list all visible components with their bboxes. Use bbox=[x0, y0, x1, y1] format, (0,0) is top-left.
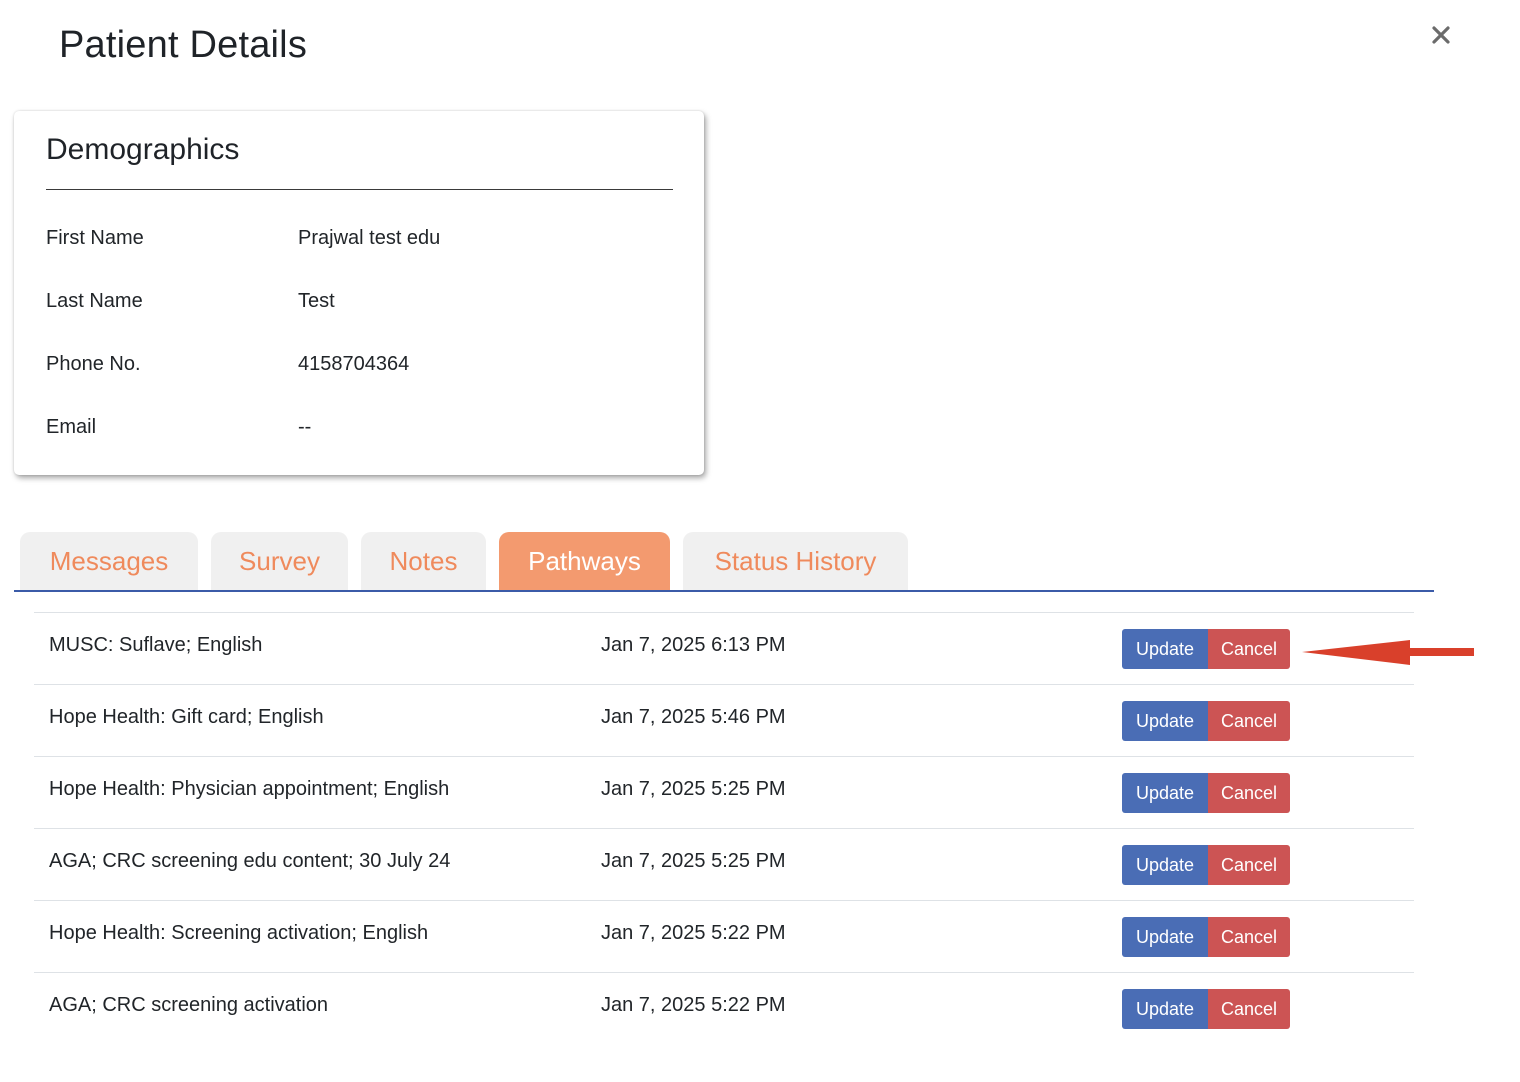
phone-label: Phone No. bbox=[46, 353, 141, 375]
cancel-button[interactable]: Cancel bbox=[1208, 773, 1290, 813]
table-row: Hope Health: Gift card; English Jan 7, 2… bbox=[34, 684, 1414, 756]
table-row: MUSC: Suflave; English Jan 7, 2025 6:13 … bbox=[34, 612, 1414, 684]
cancel-button[interactable]: Cancel bbox=[1208, 845, 1290, 885]
table-row: Hope Health: Physician appointment; Engl… bbox=[34, 756, 1414, 828]
last-name-value: Test bbox=[298, 290, 335, 312]
cancel-button[interactable]: Cancel bbox=[1208, 917, 1290, 957]
last-name-label: Last Name bbox=[46, 290, 143, 312]
demographics-title: Demographics bbox=[46, 133, 240, 166]
tab-pathways[interactable]: Pathways bbox=[499, 532, 670, 590]
cancel-button[interactable]: Cancel bbox=[1208, 989, 1290, 1029]
pathway-date: Jan 7, 2025 5:46 PM bbox=[601, 706, 786, 728]
table-row: Hope Health: Screening activation; Engli… bbox=[34, 900, 1414, 972]
table-row: AGA; CRC screening edu content; 30 July … bbox=[34, 828, 1414, 900]
pathway-date: Jan 7, 2025 5:22 PM bbox=[601, 922, 786, 944]
tab-messages[interactable]: Messages bbox=[20, 532, 198, 590]
first-name-value: Prajwal test edu bbox=[298, 227, 441, 249]
cancel-button[interactable]: Cancel bbox=[1208, 629, 1290, 669]
demographics-divider bbox=[46, 189, 673, 190]
update-button[interactable]: Update bbox=[1122, 845, 1208, 885]
tab-survey[interactable]: Survey bbox=[211, 532, 348, 590]
pathway-name: AGA; CRC screening edu content; 30 July … bbox=[49, 850, 451, 872]
pathway-name: Hope Health: Gift card; English bbox=[49, 706, 324, 728]
first-name-label: First Name bbox=[46, 227, 144, 249]
cancel-button[interactable]: Cancel bbox=[1208, 701, 1290, 741]
phone-value: 4158704364 bbox=[298, 353, 410, 375]
pathway-name: AGA; CRC screening activation bbox=[49, 994, 329, 1016]
pathway-date: Jan 7, 2025 6:13 PM bbox=[601, 634, 786, 656]
pathway-date: Jan 7, 2025 5:25 PM bbox=[601, 778, 786, 800]
email-value: -- bbox=[298, 416, 312, 438]
page-title: Patient Details bbox=[59, 24, 308, 66]
tab-notes[interactable]: Notes bbox=[361, 532, 486, 590]
update-button[interactable]: Update bbox=[1122, 629, 1208, 669]
pathways-table: MUSC: Suflave; English Jan 7, 2025 6:13 … bbox=[34, 612, 1414, 1046]
email-label: Email bbox=[46, 416, 97, 438]
update-button[interactable]: Update bbox=[1122, 917, 1208, 957]
update-button[interactable]: Update bbox=[1122, 773, 1208, 813]
table-row: AGA; CRC screening activation Jan 7, 202… bbox=[34, 972, 1414, 1046]
pathway-date: Jan 7, 2025 5:22 PM bbox=[601, 994, 786, 1016]
close-icon[interactable] bbox=[1428, 22, 1454, 48]
demographics-card: Demographics First Name Prajwal test edu… bbox=[14, 111, 704, 475]
update-button[interactable]: Update bbox=[1122, 701, 1208, 741]
tab-bar: Messages Survey Notes Pathways Status Hi… bbox=[14, 532, 1434, 592]
update-button[interactable]: Update bbox=[1122, 989, 1208, 1029]
annotation-arrow-icon bbox=[1302, 640, 1474, 665]
tab-status-history[interactable]: Status History bbox=[683, 532, 908, 590]
pathway-name: MUSC: Suflave; English bbox=[49, 634, 263, 656]
patient-details-modal: Patient Details Demographics First Name … bbox=[0, 0, 1520, 1082]
pathway-name: Hope Health: Physician appointment; Engl… bbox=[49, 778, 450, 800]
pathway-date: Jan 7, 2025 5:25 PM bbox=[601, 850, 786, 872]
pathway-name: Hope Health: Screening activation; Engli… bbox=[49, 922, 429, 944]
